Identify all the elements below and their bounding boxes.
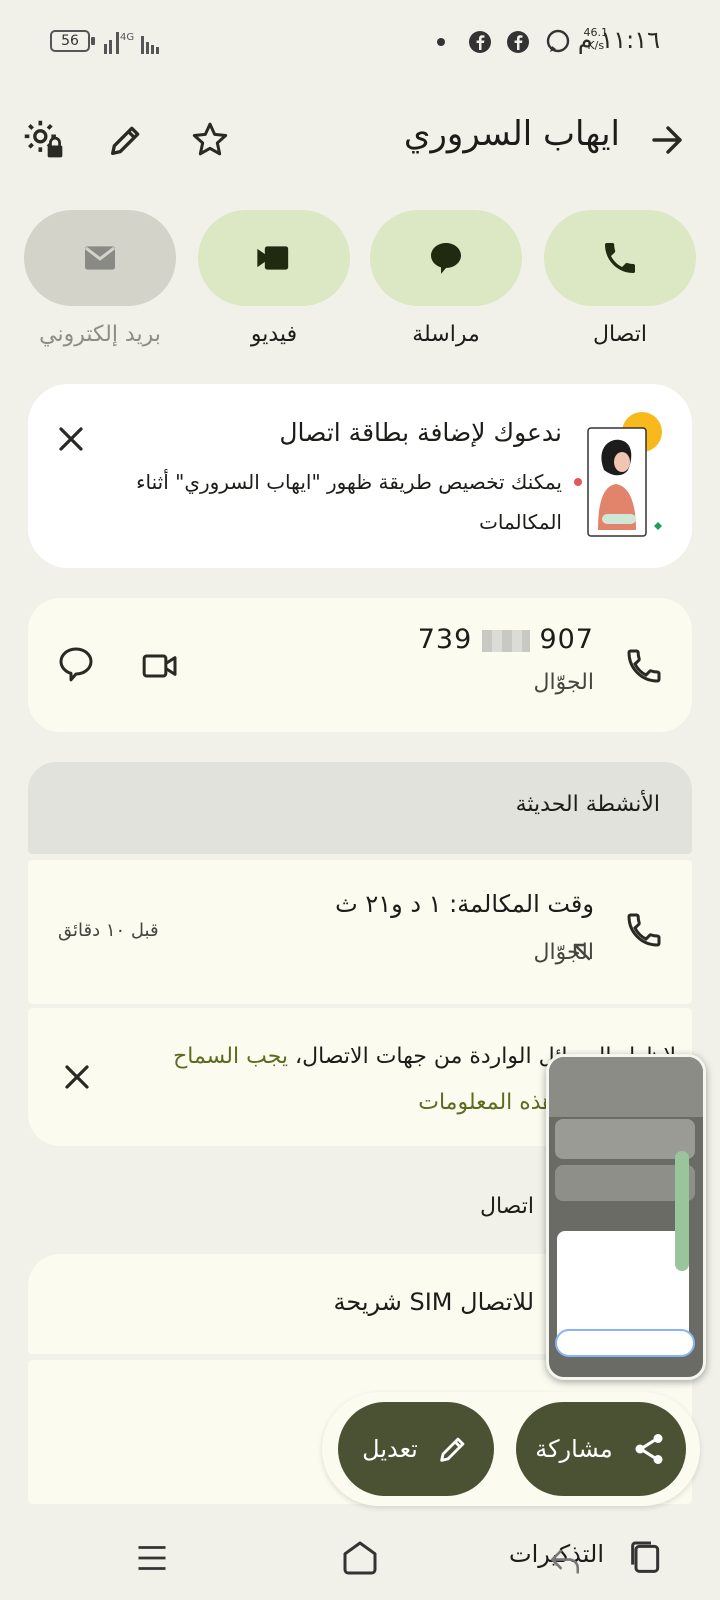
email-envelope-icon [84, 246, 116, 270]
redacted-digits [481, 629, 530, 652]
thumbnail-dialog [557, 1231, 689, 1343]
network-type: 4G [120, 32, 134, 43]
network-speed: 46.1 K/s [583, 26, 609, 52]
back-arrow-icon[interactable] [650, 122, 686, 158]
promo-body: يمكنك تخصيص طريقة ظهور "ايهاب السروري" أ… [136, 470, 562, 534]
thumbnail-input-bar [555, 1329, 695, 1357]
call-duration: وقت المكالمة: ١ د و٢١ ث [335, 890, 594, 918]
recent-apps-icon[interactable] [626, 1538, 666, 1578]
email-label: بريد إلكتروني [39, 322, 161, 347]
menu-icon[interactable] [134, 1540, 170, 1576]
share-button[interactable]: مشاركة [516, 1402, 686, 1496]
edit-pencil-icon[interactable] [106, 120, 146, 160]
share-icon [635, 1434, 663, 1464]
edit-button[interactable]: تعديل [338, 1402, 494, 1496]
message-bubble-icon [431, 243, 461, 274]
video-call-icon[interactable] [140, 646, 180, 686]
contact-name: ايهاب السروري [403, 114, 620, 154]
email-button[interactable] [24, 210, 176, 306]
call-label: اتصال [592, 322, 647, 347]
sim-setting-label: شريحة SIM للاتصال [333, 1288, 534, 1316]
star-icon[interactable] [190, 120, 230, 160]
contact-card-illustration [574, 412, 662, 537]
call-type-label: الجوّال [533, 940, 594, 965]
recent-activity-title: الأنشطة الحديثة [515, 792, 660, 817]
call-button[interactable] [544, 210, 696, 306]
facebook-icon [469, 31, 491, 53]
phone-type-label: الجوّال [533, 670, 594, 695]
phone-icon [605, 243, 635, 273]
message-label: مراسلة [412, 322, 480, 347]
message-button[interactable] [370, 210, 522, 306]
home-icon[interactable] [340, 1538, 380, 1578]
status-bar: ١١:١٦ م 46.1 K/s 56 4G [0, 0, 720, 84]
close-icon[interactable] [56, 424, 86, 454]
edit-label: تعديل [362, 1435, 418, 1463]
contact-section-title: اتصال [479, 1194, 534, 1219]
video-camera-icon [257, 246, 289, 270]
notification-dot-icon [437, 38, 445, 46]
call-time-ago: قبل ١٠ دقائق [58, 920, 159, 941]
facebook-icon [507, 31, 529, 53]
signal-icon: 4G [104, 32, 159, 54]
back-nav-icon[interactable] [548, 1544, 582, 1578]
battery-icon: 56 [50, 30, 95, 52]
phone-number-card[interactable] [28, 598, 692, 732]
edit-pencil-icon [440, 1437, 465, 1462]
video-button[interactable] [198, 210, 350, 306]
message-icon[interactable] [56, 644, 96, 684]
promo-title: ندعوك لإضافة بطاقة اتصال [279, 418, 562, 447]
screenshot-thumbnail[interactable] [546, 1054, 706, 1380]
phone-icon[interactable] [624, 646, 664, 686]
video-label: فيديو [250, 322, 298, 347]
close-icon[interactable] [62, 1062, 92, 1092]
share-label: مشاركة [535, 1435, 613, 1463]
whatsapp-icon [546, 29, 570, 53]
phone-number: 739 907 [417, 624, 594, 655]
settings-gear-icon[interactable] [22, 118, 66, 162]
phone-icon [627, 913, 661, 947]
